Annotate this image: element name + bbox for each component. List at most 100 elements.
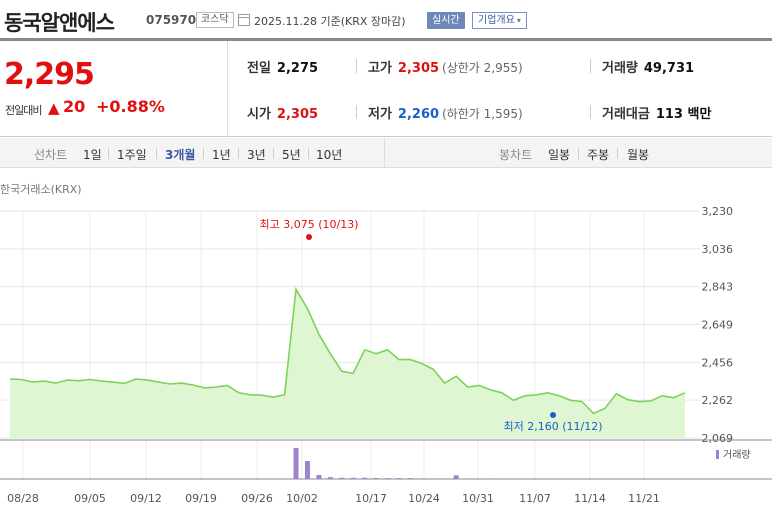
volume-bar <box>350 477 356 479</box>
open-cell: 시가 2,305 <box>247 103 318 122</box>
company-info-button[interactable]: 기업개요 ▾ <box>472 12 527 29</box>
x-tick-label: 09/26 <box>241 492 273 505</box>
volume-bar <box>488 478 494 479</box>
volume-bar <box>465 478 471 479</box>
volume-bar <box>373 478 379 479</box>
high-label: 고가 <box>368 61 392 76</box>
period-1w[interactable]: 1주일 <box>117 146 147 163</box>
y-tick-label: 2,456 <box>702 356 734 369</box>
prev-close-cell: 전일 2,275 <box>247 57 318 76</box>
open-label: 시가 <box>247 107 271 122</box>
divider <box>578 148 579 159</box>
change-value: 20 <box>63 97 86 116</box>
volume-bar <box>419 478 425 479</box>
lower-limit: (하한가 1,595) <box>442 107 523 121</box>
x-tick-label: 10/24 <box>408 492 440 505</box>
open-value: 2,305 <box>276 107 319 122</box>
chart-toolbar: 선차트 1일 1주일 3개월 1년 3년 5년 10년 봉차트 일봉 주봉 월봉 <box>0 138 772 168</box>
divider <box>590 59 591 73</box>
divider <box>203 148 204 159</box>
volume-bar <box>442 478 448 479</box>
volume-legend-swatch <box>716 450 719 459</box>
x-tick-label: 10/02 <box>286 492 318 505</box>
volume-value: 49,731 <box>643 61 695 76</box>
volume-bar <box>327 477 333 479</box>
low-cell: 저가 2,260 (하한가 1,595) <box>368 103 523 122</box>
volume-bar <box>304 461 310 479</box>
divider <box>156 148 157 159</box>
x-tick-label: 11/07 <box>519 492 551 505</box>
toolbar-divider <box>384 138 385 168</box>
stock-name: 동국알앤에스 <box>4 11 115 35</box>
chevron-down-icon: ▾ <box>516 16 521 25</box>
market-badge: 코스닥 <box>196 12 234 28</box>
period-10y[interactable]: 10년 <box>316 146 342 163</box>
candle-monthly[interactable]: 월봉 <box>627 146 649 163</box>
period-1y[interactable]: 1년 <box>212 146 231 163</box>
base-date: 2025.11.28 기준(KRX 장마감) <box>254 15 406 28</box>
x-tick-label: 08/28 <box>7 492 39 505</box>
volume-bar <box>362 477 368 479</box>
realtime-button[interactable]: 실시간 <box>427 12 465 29</box>
volume-bar <box>316 474 322 479</box>
divider <box>308 148 309 159</box>
period-5y[interactable]: 5년 <box>282 146 301 163</box>
line-chart-tab[interactable]: 선차트 <box>34 146 67 163</box>
period-1d[interactable]: 1일 <box>83 146 102 163</box>
price-area <box>10 289 685 438</box>
stock-header: 동국알앤에스 075970 코스닥 2025.11.28 기준(KRX 장마감)… <box>0 0 772 41</box>
divider <box>590 105 591 119</box>
candle-daily[interactable]: 일봉 <box>548 146 570 163</box>
x-tick-label: 11/21 <box>628 492 660 505</box>
divider <box>108 148 109 159</box>
change-label: 전일대비 <box>5 104 42 117</box>
divider <box>356 105 357 119</box>
volume-label: 거래량 <box>602 61 638 76</box>
candle-chart-tab[interactable]: 봉차트 <box>499 146 532 163</box>
low-annotation: 최저 2,160 (11/12) <box>503 420 602 433</box>
volume-bar <box>430 478 436 479</box>
prev-close-label: 전일 <box>247 61 271 76</box>
x-tick-label: 09/19 <box>185 492 217 505</box>
x-tick-label: 09/05 <box>74 492 106 505</box>
volume-bar <box>453 475 459 479</box>
volume-bar <box>385 478 391 479</box>
price-chart: 3,230 3,036 2,843 2,649 2,456 2,262 2,069 08/28… <box>0 205 772 505</box>
low-marker <box>550 412 556 418</box>
current-price: 2,295 <box>4 57 95 92</box>
x-tick-label: 11/14 <box>574 492 606 505</box>
y-tick-label: 2,843 <box>702 281 734 294</box>
amount-label: 거래대금 <box>602 107 650 122</box>
volume-bar <box>396 478 402 479</box>
company-info-label: 기업개요 <box>478 15 515 26</box>
change-percent: +0.88% <box>96 97 165 116</box>
amount-cell: 거래대금 113 백만 <box>602 103 711 122</box>
y-tick-label: 3,036 <box>702 243 734 256</box>
upper-limit: (상한가 2,955) <box>442 61 523 75</box>
divider <box>238 148 239 159</box>
x-tick-label: 09/12 <box>130 492 162 505</box>
divider <box>617 148 618 159</box>
high-annotation: 최고 3,075 (10/13) <box>259 218 358 231</box>
y-tick-label: 2,649 <box>702 319 734 332</box>
x-tick-label: 10/31 <box>462 492 494 505</box>
period-3y[interactable]: 3년 <box>247 146 266 163</box>
y-tick-label: 2,262 <box>702 394 734 407</box>
y-tick-label: 3,230 <box>702 205 734 218</box>
low-label: 저가 <box>368 107 392 122</box>
volume-bar <box>407 478 413 479</box>
amount-value: 113 백만 <box>655 107 712 122</box>
low-value: 2,260 <box>397 107 440 122</box>
divider <box>273 148 274 159</box>
calendar-icon <box>238 14 250 26</box>
high-value: 2,305 <box>397 61 440 76</box>
divider <box>356 59 357 73</box>
current-price-box: 2,295 전일대비 ▲ 20 +0.88% <box>0 41 228 137</box>
stock-code: 075970 <box>146 13 197 27</box>
volume-legend-label: 거래량 <box>723 449 751 461</box>
period-3m[interactable]: 3개월 <box>165 146 195 163</box>
prev-close-value: 2,275 <box>276 61 319 76</box>
up-arrow-icon: ▲ <box>48 99 60 117</box>
volume-bar <box>339 477 345 479</box>
candle-weekly[interactable]: 주봉 <box>587 146 609 163</box>
